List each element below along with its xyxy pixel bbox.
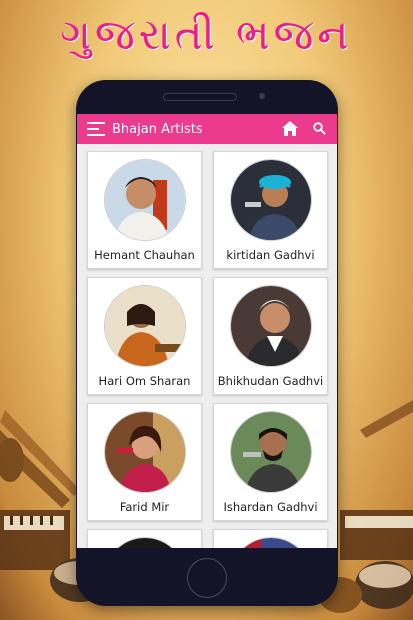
artist-name: Hari Om Sharan bbox=[98, 374, 191, 388]
search-icon[interactable] bbox=[313, 122, 326, 135]
artist-avatar bbox=[230, 537, 312, 548]
artist-name: kirtidan Gadhvi bbox=[226, 248, 315, 262]
artist-avatar bbox=[230, 159, 312, 241]
artist-card-hari-om-sharan[interactable]: Hari Om Sharan bbox=[87, 277, 202, 395]
artist-card-ishardan-gadhvi[interactable]: Ishardan Gadhvi bbox=[213, 403, 328, 521]
artist-avatar bbox=[230, 285, 312, 367]
menu-icon[interactable] bbox=[87, 122, 105, 136]
artist-name: Hemant Chauhan bbox=[94, 248, 195, 262]
artist-name: Bhikhudan Gadhvi bbox=[217, 374, 324, 388]
artist-card-kirtidan-gadhvi[interactable]: kirtidan Gadhvi bbox=[213, 151, 328, 269]
app-banner-title: ગુજરાતી ભજન bbox=[60, 10, 353, 59]
artist-avatar bbox=[104, 411, 186, 493]
artist-card[interactable] bbox=[87, 529, 202, 548]
app-bar: Bhajan Artists bbox=[77, 114, 337, 144]
artist-card-hemant-chauhan[interactable]: Hemant Chauhan bbox=[87, 151, 202, 269]
artist-avatar bbox=[230, 411, 312, 493]
artist-card-bhikhudan-gadhvi[interactable]: Bhikhudan Gadhvi bbox=[213, 277, 328, 395]
artist-avatar bbox=[104, 285, 186, 367]
app-screen: Bhajan Artists Hemant Chauhan kirtidan G… bbox=[77, 114, 337, 548]
artist-avatar bbox=[104, 537, 186, 548]
phone-speaker bbox=[163, 93, 237, 101]
artist-name: Ishardan Gadhvi bbox=[223, 500, 318, 514]
phone-frame: Bhajan Artists Hemant Chauhan kirtidan G… bbox=[76, 80, 338, 606]
app-bar-title: Bhajan Artists bbox=[112, 121, 203, 137]
artist-card-farid-mir[interactable]: Farid Mir bbox=[87, 403, 202, 521]
phone-camera bbox=[259, 93, 265, 99]
home-icon[interactable] bbox=[282, 121, 298, 136]
artist-avatar bbox=[104, 159, 186, 241]
artist-card[interactable] bbox=[213, 529, 328, 548]
phone-home-button[interactable] bbox=[187, 558, 227, 598]
artist-name: Farid Mir bbox=[119, 500, 170, 514]
